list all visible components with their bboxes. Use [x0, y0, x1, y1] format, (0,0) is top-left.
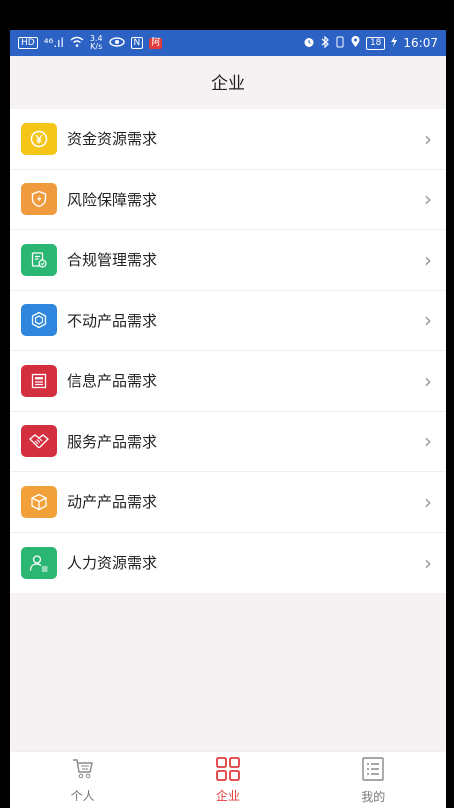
network-speed: 3.4 K/s — [90, 35, 103, 51]
tab-label: 企业 — [215, 788, 240, 803]
status-right: 18 16:07 — [303, 35, 438, 51]
location-icon — [351, 35, 360, 51]
status-time: 16:07 — [403, 36, 438, 50]
vibrate-icon — [335, 36, 345, 51]
newspaper-icon — [21, 364, 57, 397]
battery-icon: 18 — [365, 36, 386, 50]
person-list-icon — [21, 546, 57, 579]
chevron-right-icon: › — [424, 489, 432, 514]
page-header: 企业 — [10, 56, 446, 106]
app-notification-icon: 阿 — [149, 37, 163, 49]
list-item-movable[interactable]: 动产产品需求 › — [10, 472, 446, 533]
grid-apps-icon — [215, 756, 241, 785]
list-item-information[interactable]: 信息产品需求 › — [10, 351, 446, 412]
person-cart-icon — [70, 757, 96, 785]
chevron-right-icon: › — [424, 126, 432, 151]
list-item-compliance[interactable]: 合规管理需求 › — [10, 230, 446, 291]
app-screen: HD ⁴⁶.ıl 3.4 K/s N 阿 18 16:07 企业 资金资源需求 … — [10, 30, 446, 808]
list-item-label: 合规管理需求 — [67, 251, 158, 270]
charging-icon — [391, 36, 398, 50]
status-bar: HD ⁴⁶.ıl 3.4 K/s N 阿 18 16:07 — [10, 30, 446, 56]
box-icon — [21, 485, 57, 518]
list-item-label: 人力资源需求 — [67, 554, 158, 573]
list-item-funding[interactable]: 资金资源需求 › — [10, 109, 446, 170]
list-item-real-estate[interactable]: 不动产品需求 › — [10, 291, 446, 351]
page-title: 企业 — [211, 73, 245, 94]
eye-icon — [108, 36, 125, 50]
chevron-right-icon: › — [424, 308, 432, 333]
tab-label: 个人 — [70, 788, 95, 803]
hd-badge: HD — [18, 37, 38, 49]
clipboard-list-icon — [360, 756, 386, 786]
tab-enterprise[interactable]: 企业 — [168, 756, 288, 804]
chevron-right-icon: › — [424, 429, 432, 454]
chevron-right-icon: › — [424, 247, 432, 272]
nfc-icon: N — [130, 37, 144, 49]
list-item-label: 不动产品需求 — [67, 311, 158, 330]
bottom-tab-bar: 个人 企业 我的 — [10, 751, 446, 808]
chevron-right-icon: › — [424, 550, 432, 575]
list-item-label: 服务产品需求 — [67, 432, 158, 451]
tab-mine[interactable]: 我的 — [313, 756, 433, 805]
speed-unit: K/s — [90, 42, 103, 51]
list-item-service[interactable]: 服务产品需求 › — [10, 412, 446, 472]
list-item-risk[interactable]: 风险保障需求 › — [10, 170, 446, 230]
list-item-label: 资金资源需求 — [67, 130, 158, 149]
document-check-icon — [21, 243, 57, 276]
chevron-right-icon: › — [424, 368, 432, 393]
alarm-icon — [303, 36, 315, 51]
wifi-icon — [70, 36, 84, 51]
status-left: HD ⁴⁶.ıl 3.4 K/s N 阿 — [18, 35, 163, 51]
list-item-label: 信息产品需求 — [67, 372, 158, 391]
bluetooth-icon — [321, 35, 329, 51]
list-item-hr[interactable]: 人力资源需求 › — [10, 533, 446, 594]
tab-label: 我的 — [361, 789, 386, 804]
shield-bolt-icon — [21, 183, 57, 216]
demand-list: 资金资源需求 › 风险保障需求 › 合规管理需求 › 不动产品需求 › 信息产品… — [10, 109, 446, 593]
list-item-label: 动产产品需求 — [67, 493, 158, 512]
list-item-label: 风险保障需求 — [67, 190, 158, 209]
tab-personal[interactable]: 个人 — [23, 757, 143, 804]
chevron-right-icon: › — [424, 187, 432, 212]
signal-icon: ⁴⁶.ıl — [43, 36, 64, 50]
handshake-icon — [21, 425, 57, 458]
cube-icon — [21, 304, 57, 337]
yen-coin-icon — [21, 122, 57, 155]
